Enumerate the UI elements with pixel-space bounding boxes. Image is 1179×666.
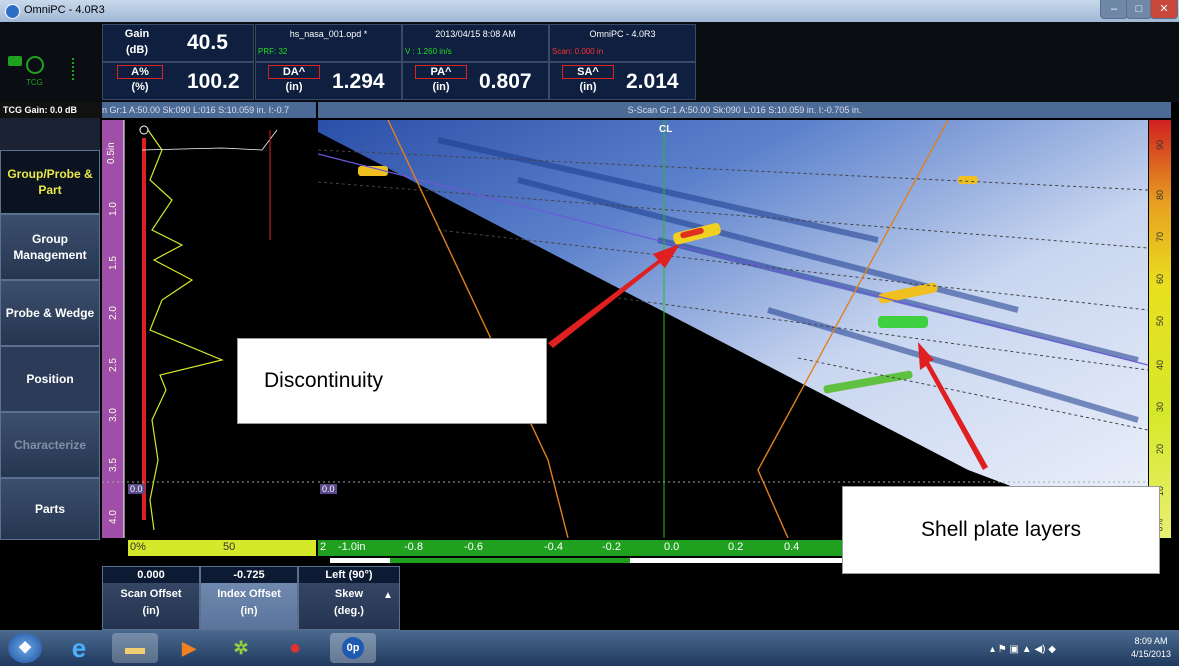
index-offset-unit: (in) xyxy=(240,605,258,617)
shell-plate-callout: Shell plate layers xyxy=(842,486,1160,574)
scan-offset-control[interactable]: 0.000 Scan Offset (in) xyxy=(102,566,200,630)
clock-time: 8:09 AM xyxy=(1134,636,1168,646)
skew-arrow-icon[interactable]: ▲ xyxy=(383,590,393,601)
skew-unit: (deg.) xyxy=(334,605,364,617)
media-player-icon[interactable]: ▶ xyxy=(172,633,206,663)
scan-offset-label: Scan Offset xyxy=(120,588,182,600)
index-offset-value: -0.725 xyxy=(201,567,297,583)
internet-explorer-icon[interactable]: e xyxy=(62,633,96,663)
network-people-icon[interactable]: ✲ xyxy=(224,633,258,663)
clock-date: 4/15/2013 xyxy=(1130,649,1172,659)
start-button-icon[interactable]: ❖ xyxy=(8,633,42,663)
scan-offset-value: 0.000 xyxy=(103,567,199,583)
scan-offset-unit: (in) xyxy=(142,605,160,617)
index-offset-control[interactable]: -0.725 Index Offset (in) xyxy=(200,566,298,630)
app-ball-icon[interactable]: ● xyxy=(278,633,312,663)
file-explorer-icon[interactable]: ▬ xyxy=(112,633,158,663)
skew-value: Left (90°) xyxy=(299,567,399,583)
omnipc-taskbar-item[interactable]: 0p xyxy=(330,633,376,663)
clock[interactable]: 8:09 AM 4/15/2013 xyxy=(1128,636,1174,659)
skew-control[interactable]: Left (90°) Skew (deg.) ▲ xyxy=(298,566,400,630)
index-offset-label: Index Offset xyxy=(217,588,281,600)
omnipc-icon: 0p xyxy=(342,637,364,659)
discontinuity-callout: Discontinuity xyxy=(237,338,547,424)
tray-icons[interactable]: ▴ ⚑ ▣ ▲ ◀) ◆ xyxy=(990,644,1056,655)
